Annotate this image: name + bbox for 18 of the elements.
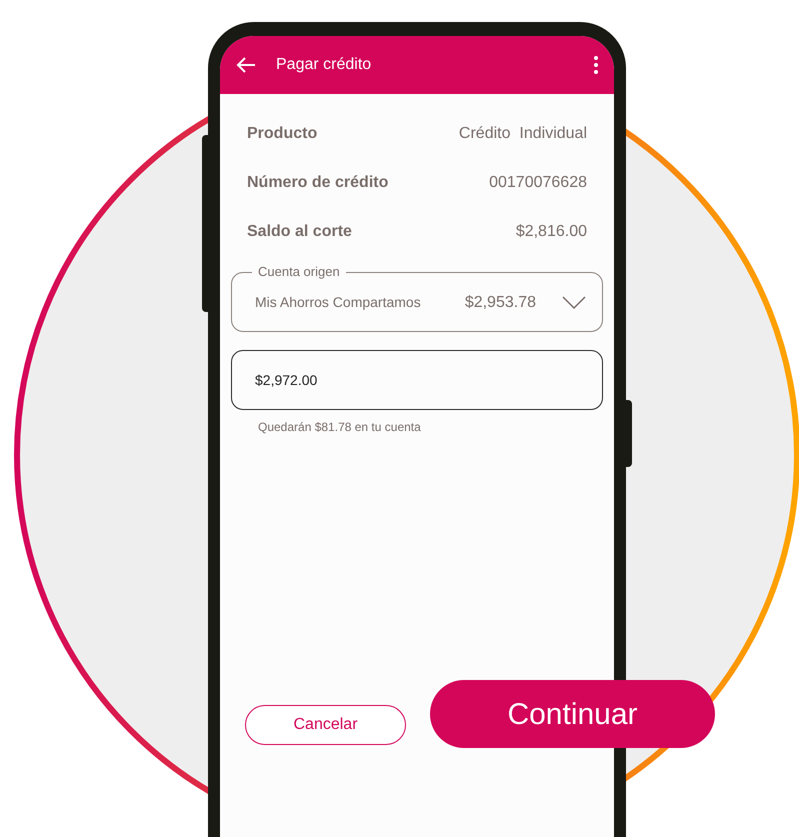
- detail-label: Producto: [247, 124, 318, 144]
- screen-title: Pagar crédito: [276, 55, 372, 75]
- account-balance: $2,953.78: [464, 292, 536, 312]
- remaining-balance-hint: Quedarán $81.78 en tu cuenta: [258, 419, 422, 436]
- account-name: Mis Ahorros Compartamos: [255, 293, 422, 312]
- chevron-down-icon: [562, 296, 586, 310]
- cancel-button[interactable]: Cancelar: [245, 705, 406, 745]
- detail-value: $2,816.00: [516, 222, 587, 242]
- detail-value: 00170076628: [489, 173, 587, 193]
- continue-button[interactable]: Continuar: [430, 680, 715, 748]
- back-arrow-icon[interactable]: [236, 56, 256, 74]
- detail-value: Crédito Individual: [458, 124, 587, 144]
- account-dropdown[interactable]: Cuenta origen Mis Ahorros Compartamos $2,953.78: [231, 264, 603, 332]
- detail-label: Saldo al corte: [247, 222, 352, 242]
- field-label: Cuenta origen: [257, 264, 341, 280]
- amount-input-field[interactable]: $2,972.00: [231, 350, 603, 410]
- more-options-icon[interactable]: [594, 56, 598, 74]
- detail-label: Número de crédito: [247, 173, 388, 193]
